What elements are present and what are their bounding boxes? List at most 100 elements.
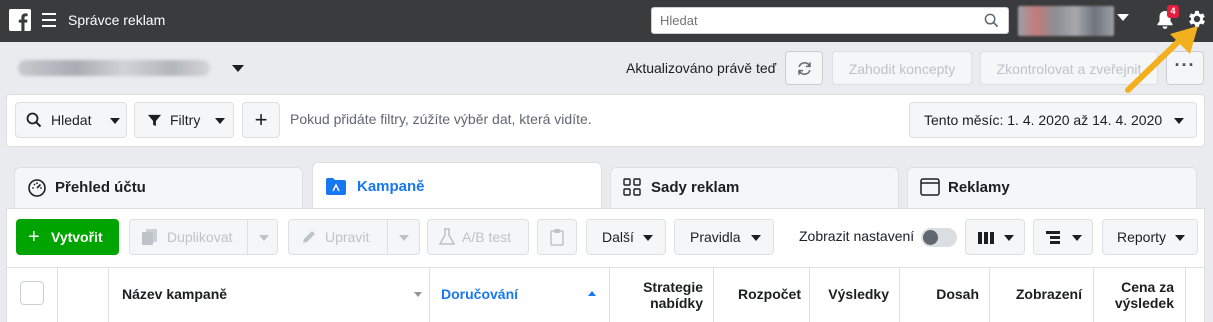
rules-button[interactable]: Pravidla	[674, 219, 774, 255]
column-results[interactable]: Výsledky	[810, 268, 900, 322]
filters-button[interactable]: Filtry	[134, 102, 234, 138]
filters-label: Filtry	[170, 112, 201, 128]
column-label: Výsledky	[828, 286, 889, 302]
duplicate-icon	[142, 229, 157, 245]
search-input[interactable]	[652, 8, 972, 33]
duplicate-label: Duplikovat	[167, 229, 233, 245]
discard-drafts-button[interactable]: Zahodit koncepty	[832, 51, 972, 85]
pencil-icon	[303, 231, 315, 243]
account-dropdown-icon[interactable]	[1117, 14, 1129, 21]
app-title: Správce reklam	[68, 12, 166, 28]
column-label-line1: Cena za	[1121, 279, 1174, 295]
account-row: Aktualizováno právě teď Zahodit koncepty…	[0, 42, 1213, 94]
search-icon[interactable]	[984, 13, 999, 28]
facebook-logo-icon[interactable]	[9, 9, 31, 31]
campaigns-panel: + Vytvořit Duplikovat Upravit A/B test D…	[6, 208, 1205, 322]
column-label: Doručování	[441, 286, 519, 302]
select-all-checkbox[interactable]	[20, 281, 44, 305]
edit-button[interactable]: Upravit	[288, 219, 420, 255]
notification-badge: 4	[1167, 5, 1179, 18]
ab-test-label: A/B test	[462, 229, 512, 245]
tab-ad-sets[interactable]: Sady reklam	[610, 167, 899, 208]
tab-label: Přehled účtu	[55, 179, 146, 196]
clipboard-icon	[550, 229, 564, 246]
refresh-button[interactable]	[785, 51, 823, 85]
account-avatar[interactable]	[1018, 6, 1114, 36]
tab-ads[interactable]: Reklamy	[907, 167, 1197, 208]
chevron-down-icon	[1072, 235, 1082, 241]
create-button[interactable]: + Vytvořit	[16, 219, 119, 255]
clipboard-button[interactable]	[537, 219, 577, 255]
chevron-down-icon	[751, 235, 761, 241]
column-bid-strategy[interactable]: Strategie nabídky	[610, 268, 714, 322]
tab-label: Sady reklam	[651, 179, 740, 196]
columns-icon	[978, 232, 994, 244]
chevron-down-icon	[643, 235, 653, 241]
updated-status: Aktualizováno právě teď	[626, 60, 777, 76]
filter-hint-text: Pokud přidáte filtry, zúžíte výběr dat, …	[290, 111, 592, 127]
rules-label: Pravidla	[690, 229, 741, 245]
show-settings-toggle[interactable]	[921, 228, 957, 247]
reports-button[interactable]: Reporty	[1102, 219, 1198, 255]
tab-label: Kampaně	[357, 178, 425, 195]
reports-label: Reporty	[1117, 229, 1167, 245]
plus-icon: +	[28, 226, 40, 248]
show-settings-label: Zobrazit nastavení	[799, 228, 915, 244]
column-label: Zobrazení	[1015, 286, 1082, 302]
search-icon	[26, 112, 42, 128]
chevron-down-icon	[1175, 235, 1185, 241]
columns-button[interactable]	[965, 219, 1025, 255]
ad-window-icon	[920, 178, 940, 196]
toggle-column	[58, 268, 109, 322]
edit-label: Upravit	[325, 229, 370, 245]
more-actions-button[interactable]: Další	[586, 219, 666, 255]
column-label-line2: nabídky	[650, 295, 703, 311]
filter-bar: Hledat Filtry + Pokud přidáte filtry, zú…	[6, 94, 1205, 147]
chevron-down-icon	[1174, 118, 1184, 124]
column-label: Rozpočet	[738, 286, 801, 302]
more-actions-label: Další	[602, 229, 634, 245]
breakdown-button[interactable]	[1033, 219, 1093, 255]
date-range-picker[interactable]: Tento měsíc: 1. 4. 2020 až 14. 4. 2020	[909, 102, 1197, 138]
menu-icon[interactable]	[42, 13, 56, 27]
create-label: Vytvořit	[51, 229, 103, 245]
search-filter-button[interactable]: Hledat	[15, 102, 127, 138]
column-cost-per-result[interactable]: Cena za výsledek	[1094, 268, 1186, 322]
chevron-down-icon	[215, 118, 225, 124]
top-bar: Správce reklam 4	[0, 0, 1213, 42]
sort-ascending-icon[interactable]	[588, 291, 596, 296]
chevron-down-icon	[399, 235, 409, 241]
chevron-down-icon	[1004, 235, 1014, 241]
flask-icon	[439, 228, 455, 245]
column-label: Název kampaně	[122, 286, 228, 302]
date-range-label: Tento měsíc: 1. 4. 2020 až 14. 4. 2020	[924, 112, 1163, 128]
ab-test-button[interactable]: A/B test	[427, 219, 529, 255]
add-filter-button[interactable]: +	[242, 102, 280, 138]
column-delivery[interactable]: Doručování	[430, 268, 610, 322]
dashboard-gauge-icon	[28, 179, 46, 197]
chevron-down-icon	[259, 235, 269, 241]
tab-label: Reklamy	[948, 179, 1010, 196]
tab-account-overview[interactable]: Přehled účtu	[14, 167, 303, 208]
sort-icon[interactable]	[414, 292, 422, 297]
column-label-line1: Strategie	[643, 279, 703, 295]
column-impressions[interactable]: Zobrazení	[990, 268, 1094, 322]
campaign-table-header: Název kampaně Doručování Strategie nabíd…	[7, 267, 1204, 322]
tab-campaigns[interactable]: Kampaně	[312, 162, 602, 208]
column-reach[interactable]: Dosah	[900, 268, 990, 322]
column-campaign-name[interactable]: Název kampaně	[109, 268, 430, 322]
campaign-folder-icon	[326, 178, 346, 195]
search-box[interactable]	[651, 7, 1009, 34]
column-label-line2: výsledek	[1114, 295, 1174, 311]
duplicate-button[interactable]: Duplikovat	[129, 219, 278, 255]
account-name-selector[interactable]	[18, 60, 210, 76]
refresh-icon	[798, 62, 811, 75]
select-all-column	[7, 268, 58, 322]
column-budget[interactable]: Rozpočet	[714, 268, 810, 322]
highlight-arrow-icon	[1125, 26, 1198, 93]
chevron-down-icon	[110, 118, 120, 124]
search-filter-label: Hledat	[51, 112, 92, 128]
filter-funnel-icon	[147, 114, 162, 127]
column-label: Dosah	[936, 286, 979, 302]
account-selector-dropdown-icon[interactable]	[232, 65, 244, 72]
